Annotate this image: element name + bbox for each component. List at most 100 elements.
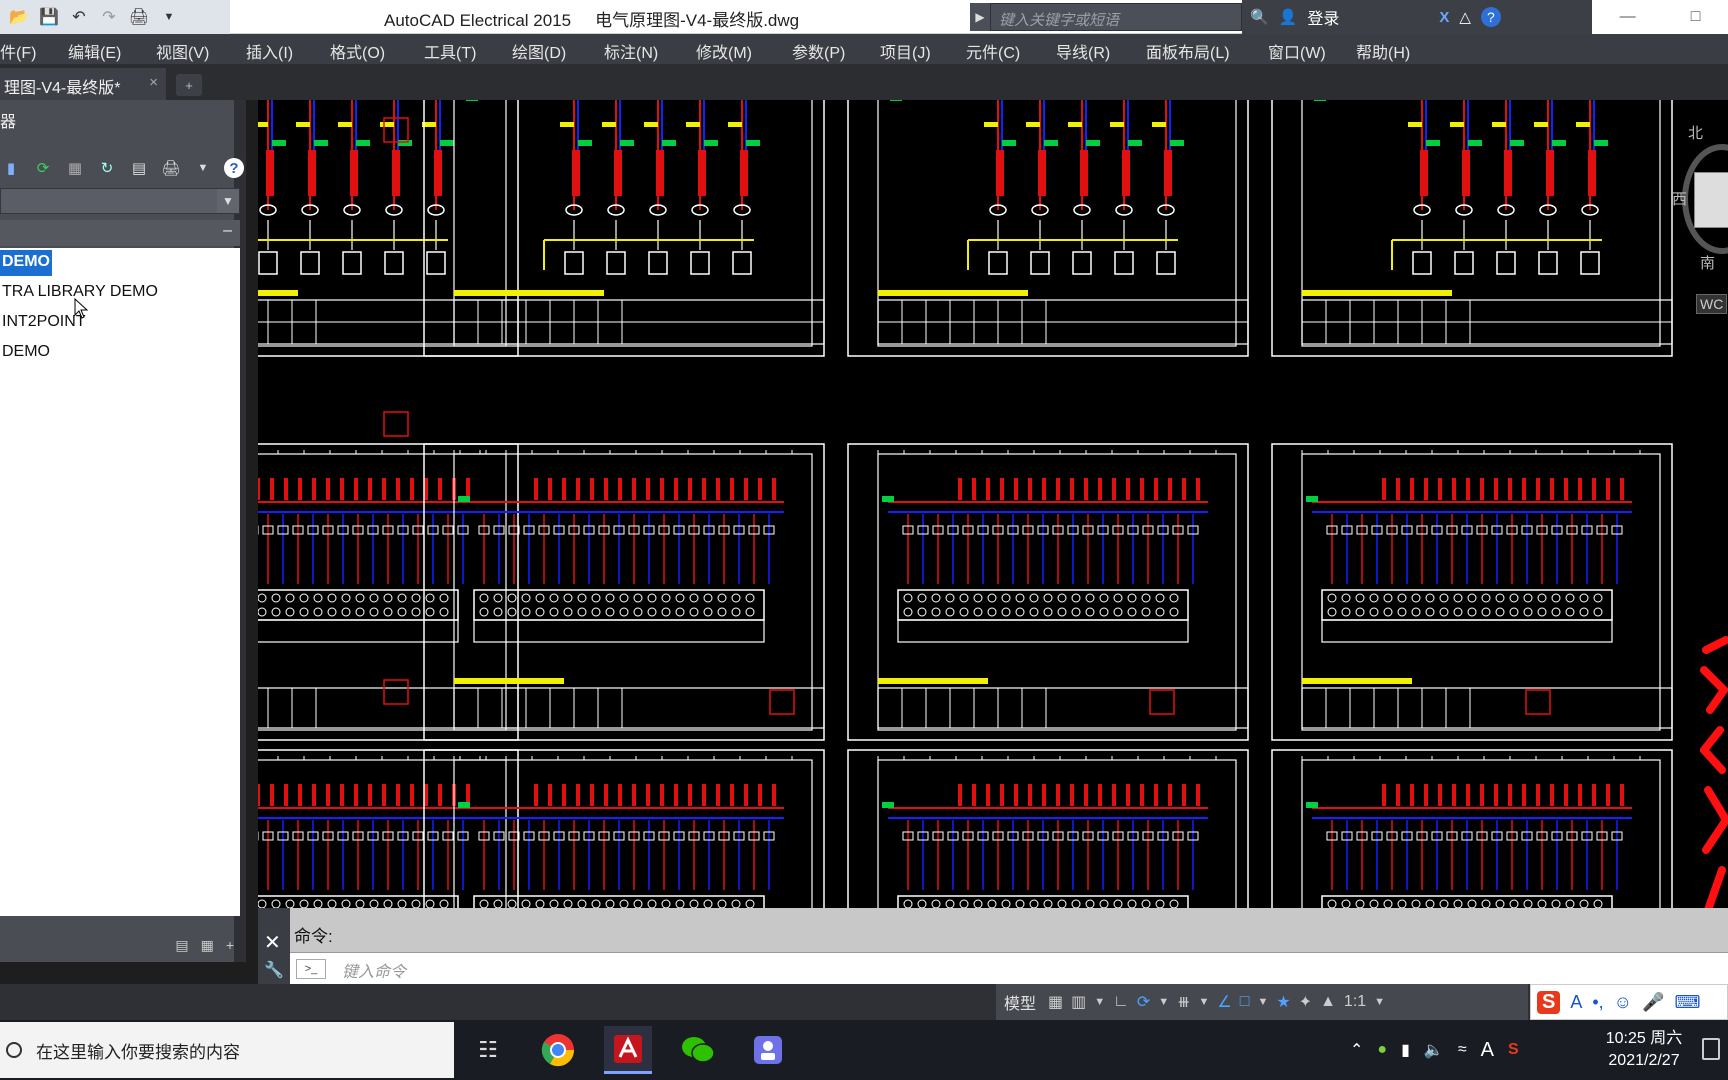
binoculars-icon[interactable]: 🔍 bbox=[1250, 8, 1269, 26]
menu-help[interactable]: 帮助(H) bbox=[1356, 39, 1410, 63]
menu-draw[interactable]: 绘图(D) bbox=[512, 39, 566, 63]
ime-voice-icon[interactable]: 🎤 bbox=[1642, 992, 1664, 1013]
project-item[interactable]: DEMO bbox=[0, 340, 52, 366]
menu-format[interactable]: 格式(O) bbox=[330, 39, 385, 63]
iso-dropdown-icon[interactable]: ▼ bbox=[1199, 996, 1210, 1008]
login-button[interactable]: 登录 bbox=[1307, 5, 1339, 29]
project-properties-icon[interactable]: ▤ bbox=[128, 157, 150, 179]
palette-help-icon[interactable]: ? bbox=[224, 158, 244, 178]
annotation-scale-icon[interactable]: ▲ bbox=[1320, 993, 1336, 1011]
ime-emoji-icon[interactable]: ☺ bbox=[1614, 992, 1632, 1013]
ime-chinese-icon[interactable]: A bbox=[1570, 992, 1582, 1013]
minimize-icon[interactable]: — bbox=[1620, 8, 1636, 26]
exchange-icon[interactable]: X bbox=[1439, 9, 1449, 26]
wechat-icon[interactable] bbox=[674, 1026, 722, 1074]
menu-edit[interactable]: 编辑(E) bbox=[68, 39, 121, 63]
ime-keyboard-icon[interactable]: ⌨ bbox=[1674, 992, 1700, 1013]
object-snap-tracking-icon[interactable]: ∠ bbox=[1217, 992, 1231, 1012]
notification-center-icon[interactable] bbox=[1702, 1038, 1720, 1060]
battery-icon[interactable]: ▮ bbox=[1401, 1040, 1410, 1060]
isodraft-icon[interactable]: ⧻ bbox=[1177, 992, 1190, 1012]
dropdown-icon[interactable]: ▼ bbox=[192, 157, 214, 179]
scale-value[interactable]: 1:1 bbox=[1344, 993, 1366, 1011]
help-icon[interactable]: ? bbox=[1480, 7, 1501, 27]
wrench-icon[interactable]: 🔧 bbox=[264, 960, 284, 980]
polar-dropdown-icon[interactable]: ▼ bbox=[1158, 996, 1169, 1008]
refresh-icon[interactable]: ⟳ bbox=[32, 157, 54, 179]
menu-modify[interactable]: 修改(M) bbox=[696, 39, 752, 63]
autocad-taskbar-icon[interactable] bbox=[604, 1026, 652, 1074]
close-tab-icon[interactable]: × bbox=[149, 74, 158, 91]
user-icon[interactable]: 👤 bbox=[1279, 8, 1298, 26]
ortho-icon[interactable]: ∟ bbox=[1113, 993, 1129, 1011]
model-space-button[interactable]: 模型 bbox=[1000, 988, 1040, 1016]
snap-icon[interactable]: ▥ bbox=[1071, 992, 1086, 1012]
chevron-down-icon[interactable]: ▼ bbox=[217, 189, 239, 213]
maximize-icon[interactable]: □ bbox=[1691, 8, 1701, 26]
wcs-menu[interactable]: WC bbox=[1696, 294, 1728, 314]
collapse-icon[interactable]: – bbox=[223, 222, 232, 240]
sogou-logo-icon[interactable]: S bbox=[1537, 990, 1561, 1014]
menu-insert[interactable]: 插入(I) bbox=[246, 39, 293, 63]
menu-file[interactable]: 件(F) bbox=[0, 39, 36, 63]
plot-icon[interactable]: 🖨 bbox=[128, 6, 150, 28]
taskbar-search[interactable]: 在这里输入你要搜索的内容 bbox=[0, 1022, 454, 1078]
menu-window[interactable]: 窗口(W) bbox=[1268, 39, 1326, 63]
plot-project-icon[interactable]: 🖨 bbox=[160, 157, 182, 179]
customize-qat-icon[interactable]: ▼ bbox=[158, 6, 180, 28]
a360-icon[interactable]: △ bbox=[1459, 8, 1471, 26]
command-input[interactable]: >_ 键入命令 bbox=[290, 952, 1728, 984]
menu-view[interactable]: 视图(V) bbox=[156, 39, 209, 63]
grid-icon[interactable]: ▦ bbox=[1048, 992, 1063, 1012]
app-launcher-icon[interactable] bbox=[744, 1026, 792, 1074]
osnap-dropdown-icon[interactable]: ▼ bbox=[1257, 996, 1268, 1008]
sogou-tray-icon[interactable]: S bbox=[1508, 1041, 1519, 1059]
search-input[interactable]: 键入关键字或短语 bbox=[990, 3, 1242, 31]
scale-dropdown-icon[interactable]: ▼ bbox=[1374, 996, 1385, 1008]
viewcube-south[interactable]: 南 bbox=[1700, 252, 1715, 273]
drawing-canvas[interactable]: 北 西 南 WC bbox=[258, 100, 1728, 908]
command-grip[interactable]: ✕ 🔧 bbox=[258, 908, 290, 984]
viewcube-north[interactable]: 北 bbox=[1688, 122, 1703, 143]
menu-project[interactable]: 项目(J) bbox=[880, 39, 931, 63]
polar-icon[interactable]: ⟳ bbox=[1137, 992, 1150, 1012]
project-item[interactable]: DEMO bbox=[0, 250, 52, 276]
show-hidden-icons-icon[interactable]: ⌃ bbox=[1350, 1040, 1363, 1060]
redo-icon[interactable]: ↷ bbox=[98, 6, 120, 28]
menu-dimension[interactable]: 标注(N) bbox=[604, 39, 658, 63]
open-project-icon[interactable]: ▮ bbox=[0, 157, 22, 179]
viewcube-west[interactable]: 西 bbox=[1672, 188, 1687, 209]
object-snap-icon[interactable]: □ bbox=[1240, 993, 1250, 1011]
volume-icon[interactable]: 🔈 bbox=[1424, 1040, 1444, 1060]
project-selector[interactable]: ▼ bbox=[0, 188, 240, 214]
new-tab-button[interactable]: + bbox=[176, 74, 202, 96]
snap-dropdown-icon[interactable]: ▼ bbox=[1094, 996, 1105, 1008]
update-retag-icon[interactable]: ↻ bbox=[96, 157, 118, 179]
menu-panel-layout[interactable]: 面板布局(L) bbox=[1146, 39, 1230, 63]
task-list-icon[interactable]: ▦ bbox=[64, 157, 86, 179]
add-icon[interactable]: + bbox=[226, 937, 234, 953]
system-clock[interactable]: 10:25 周六 2021/2/27 bbox=[1598, 1028, 1690, 1072]
menu-wires[interactable]: 导线(R) bbox=[1056, 39, 1110, 63]
auto-scale-icon[interactable]: ✦ bbox=[1299, 992, 1312, 1012]
document-tab[interactable]: 理图-V4-最终版* × bbox=[0, 68, 166, 100]
tray-app-icon[interactable]: ● bbox=[1377, 1041, 1387, 1059]
preview-icon[interactable]: ▦ bbox=[201, 937, 214, 954]
viewcube[interactable]: 北 西 南 WC bbox=[1672, 118, 1728, 314]
close-icon[interactable]: ✕ bbox=[264, 930, 281, 955]
chrome-icon[interactable] bbox=[534, 1026, 582, 1074]
menu-tools[interactable]: 工具(T) bbox=[424, 39, 476, 63]
ime-indicator-icon[interactable]: A bbox=[1481, 1039, 1494, 1062]
ime-punctuation-icon[interactable]: •, bbox=[1592, 992, 1603, 1013]
save-icon[interactable]: 💾 bbox=[38, 6, 60, 28]
location-view-icon[interactable]: ▤ bbox=[175, 937, 188, 954]
network-icon[interactable]: ≈ bbox=[1458, 1041, 1467, 1059]
menu-components[interactable]: 元件(C) bbox=[966, 39, 1020, 63]
task-view-icon[interactable]: ☷ bbox=[464, 1026, 512, 1074]
command-prompt-icon[interactable]: >_ bbox=[296, 959, 326, 979]
viewcube-face[interactable] bbox=[1694, 172, 1728, 228]
menu-parameters[interactable]: 参数(P) bbox=[792, 39, 845, 63]
open-folder-icon[interactable]: 📂 bbox=[8, 6, 30, 28]
annotation-visibility-icon[interactable]: ★ bbox=[1276, 992, 1290, 1012]
search-expand-icon[interactable]: ▶ bbox=[970, 3, 990, 31]
